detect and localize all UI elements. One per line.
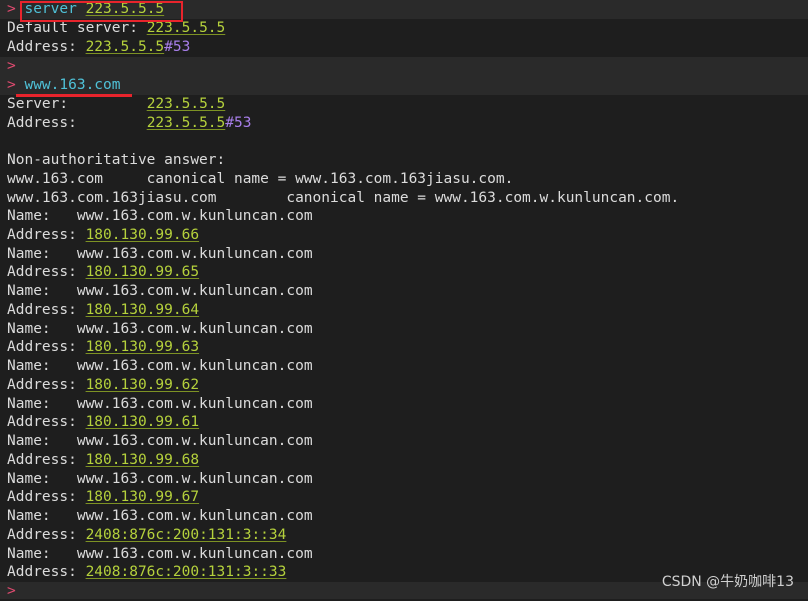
name-label: Name: bbox=[7, 208, 77, 224]
record-address-line: Address: 2408:876c:200:131:3::34 bbox=[0, 526, 808, 545]
record-address-line: Address: 180.130.99.68 bbox=[0, 451, 808, 470]
default-server-value: 223.5.5.5 bbox=[146, 20, 226, 36]
name-label: Name: bbox=[7, 508, 77, 524]
record-name-line: Name: www.163.com.w.kunluncan.com bbox=[0, 545, 808, 564]
server-address-line: Address: 223.5.5.5#53 bbox=[0, 114, 808, 133]
prompt-symbol: > bbox=[7, 77, 16, 93]
record-address: 180.130.99.63 bbox=[85, 339, 200, 355]
record-name-line: Name: www.163.com.w.kunluncan.com bbox=[0, 282, 808, 301]
record-address: 180.130.99.66 bbox=[85, 227, 200, 243]
address-label: Address: bbox=[7, 264, 86, 280]
server-line: Server: 223.5.5.5 bbox=[0, 95, 808, 114]
name-label: Name: bbox=[7, 283, 77, 299]
record-address: 180.130.99.68 bbox=[85, 452, 200, 468]
record-name-line: Name: www.163.com.w.kunluncan.com bbox=[0, 357, 808, 376]
record-address: 2408:876c:200:131:3::34 bbox=[85, 527, 287, 543]
record-address-line: Address: 180.130.99.67 bbox=[0, 488, 808, 507]
record-name: www.163.com.w.kunluncan.com bbox=[76, 546, 313, 562]
address-label: Address: bbox=[7, 39, 86, 55]
record-name-line: Name: www.163.com.w.kunluncan.com bbox=[0, 245, 808, 264]
highlight-box bbox=[20, 1, 183, 22]
server-label: Server: bbox=[7, 96, 147, 112]
address-port: #53 bbox=[164, 39, 191, 55]
record-address-line: Address: 180.130.99.64 bbox=[0, 301, 808, 320]
address-label: Address: bbox=[7, 414, 86, 430]
record-name-line: Name: www.163.com.w.kunluncan.com bbox=[0, 470, 808, 489]
empty-prompt-line: > bbox=[0, 57, 808, 76]
record-name: www.163.com.w.kunluncan.com bbox=[76, 246, 313, 262]
default-address-line: Address: 223.5.5.5#53 bbox=[0, 38, 808, 57]
address-port: #53 bbox=[225, 114, 252, 131]
record-address-line: Address: 180.130.99.66 bbox=[0, 226, 808, 245]
record-address: 180.130.99.61 bbox=[85, 414, 200, 430]
name-label: Name: bbox=[7, 321, 77, 337]
name-label: Name: bbox=[7, 396, 77, 412]
name-label: Name: bbox=[7, 358, 77, 374]
address-label: Address: bbox=[7, 377, 86, 393]
prompt-line-query: > www.163.com bbox=[0, 76, 808, 95]
address-ip: 223.5.5.5 bbox=[146, 114, 226, 131]
record-name-line: Name: www.163.com.w.kunluncan.com bbox=[0, 507, 808, 526]
address-label: Address: bbox=[7, 527, 86, 543]
record-address-line: Address: 180.130.99.63 bbox=[0, 338, 808, 357]
record-name: www.163.com.w.kunluncan.com bbox=[76, 358, 313, 374]
csdn-watermark: CSDN @牛奶咖啡13 bbox=[661, 574, 794, 590]
default-server-label: Default server: bbox=[7, 20, 147, 36]
name-label: Name: bbox=[7, 471, 77, 487]
address-label: Address: bbox=[7, 114, 147, 131]
record-address: 180.130.99.65 bbox=[85, 264, 200, 280]
record-name: www.163.com.w.kunluncan.com bbox=[76, 208, 313, 224]
cname-line-1: www.163.com canonical name = www.163.com… bbox=[7, 171, 514, 187]
record-name: www.163.com.w.kunluncan.com bbox=[76, 433, 313, 449]
nonauth-line: Non-authoritative answer: bbox=[7, 152, 226, 168]
record-address-line: Address: 180.130.99.62 bbox=[0, 376, 808, 395]
address-label: Address: bbox=[7, 227, 86, 243]
address-label: Address: bbox=[7, 452, 86, 468]
record-name: www.163.com.w.kunluncan.com bbox=[76, 471, 313, 487]
record-address: 180.130.99.64 bbox=[85, 302, 200, 318]
prompt-symbol: > bbox=[7, 1, 16, 17]
record-address: 180.130.99.62 bbox=[85, 377, 200, 393]
cname-line-2: www.163.com.163jiasu.com canonical name … bbox=[7, 189, 680, 206]
address-label: Address: bbox=[7, 302, 86, 318]
record-name-line: Name: www.163.com.w.kunluncan.com bbox=[0, 395, 808, 414]
name-label: Name: bbox=[7, 433, 77, 449]
record-address: 2408:876c:200:131:3::33 bbox=[85, 564, 287, 580]
address-ip: 223.5.5.5 bbox=[85, 39, 165, 55]
record-name-line: Name: www.163.com.w.kunluncan.com bbox=[0, 207, 808, 226]
record-name: www.163.com.w.kunluncan.com bbox=[76, 396, 313, 412]
name-label: Name: bbox=[7, 246, 77, 262]
address-label: Address: bbox=[7, 564, 86, 580]
record-name-line: Name: www.163.com.w.kunluncan.com bbox=[0, 320, 808, 339]
record-name-line: Name: www.163.com.w.kunluncan.com bbox=[0, 432, 808, 451]
command-query: www.163.com bbox=[24, 77, 121, 93]
server-value: 223.5.5.5 bbox=[146, 96, 226, 112]
address-label: Address: bbox=[7, 489, 86, 505]
record-address-line: Address: 180.130.99.61 bbox=[0, 413, 808, 432]
highlight-underline bbox=[16, 94, 132, 97]
record-address: 180.130.99.67 bbox=[85, 489, 200, 505]
record-name: www.163.com.w.kunluncan.com bbox=[76, 508, 313, 524]
record-address-line: Address: 180.130.99.65 bbox=[0, 263, 808, 282]
terminal-window[interactable]: > server 223.5.5.5 Default server: 223.5… bbox=[0, 0, 808, 599]
record-name: www.163.com.w.kunluncan.com bbox=[76, 321, 313, 337]
prompt-symbol: > bbox=[7, 58, 16, 74]
name-label: Name: bbox=[7, 546, 77, 562]
record-name: www.163.com.w.kunluncan.com bbox=[76, 283, 313, 299]
prompt-symbol: > bbox=[7, 583, 16, 599]
address-label: Address: bbox=[7, 339, 86, 355]
